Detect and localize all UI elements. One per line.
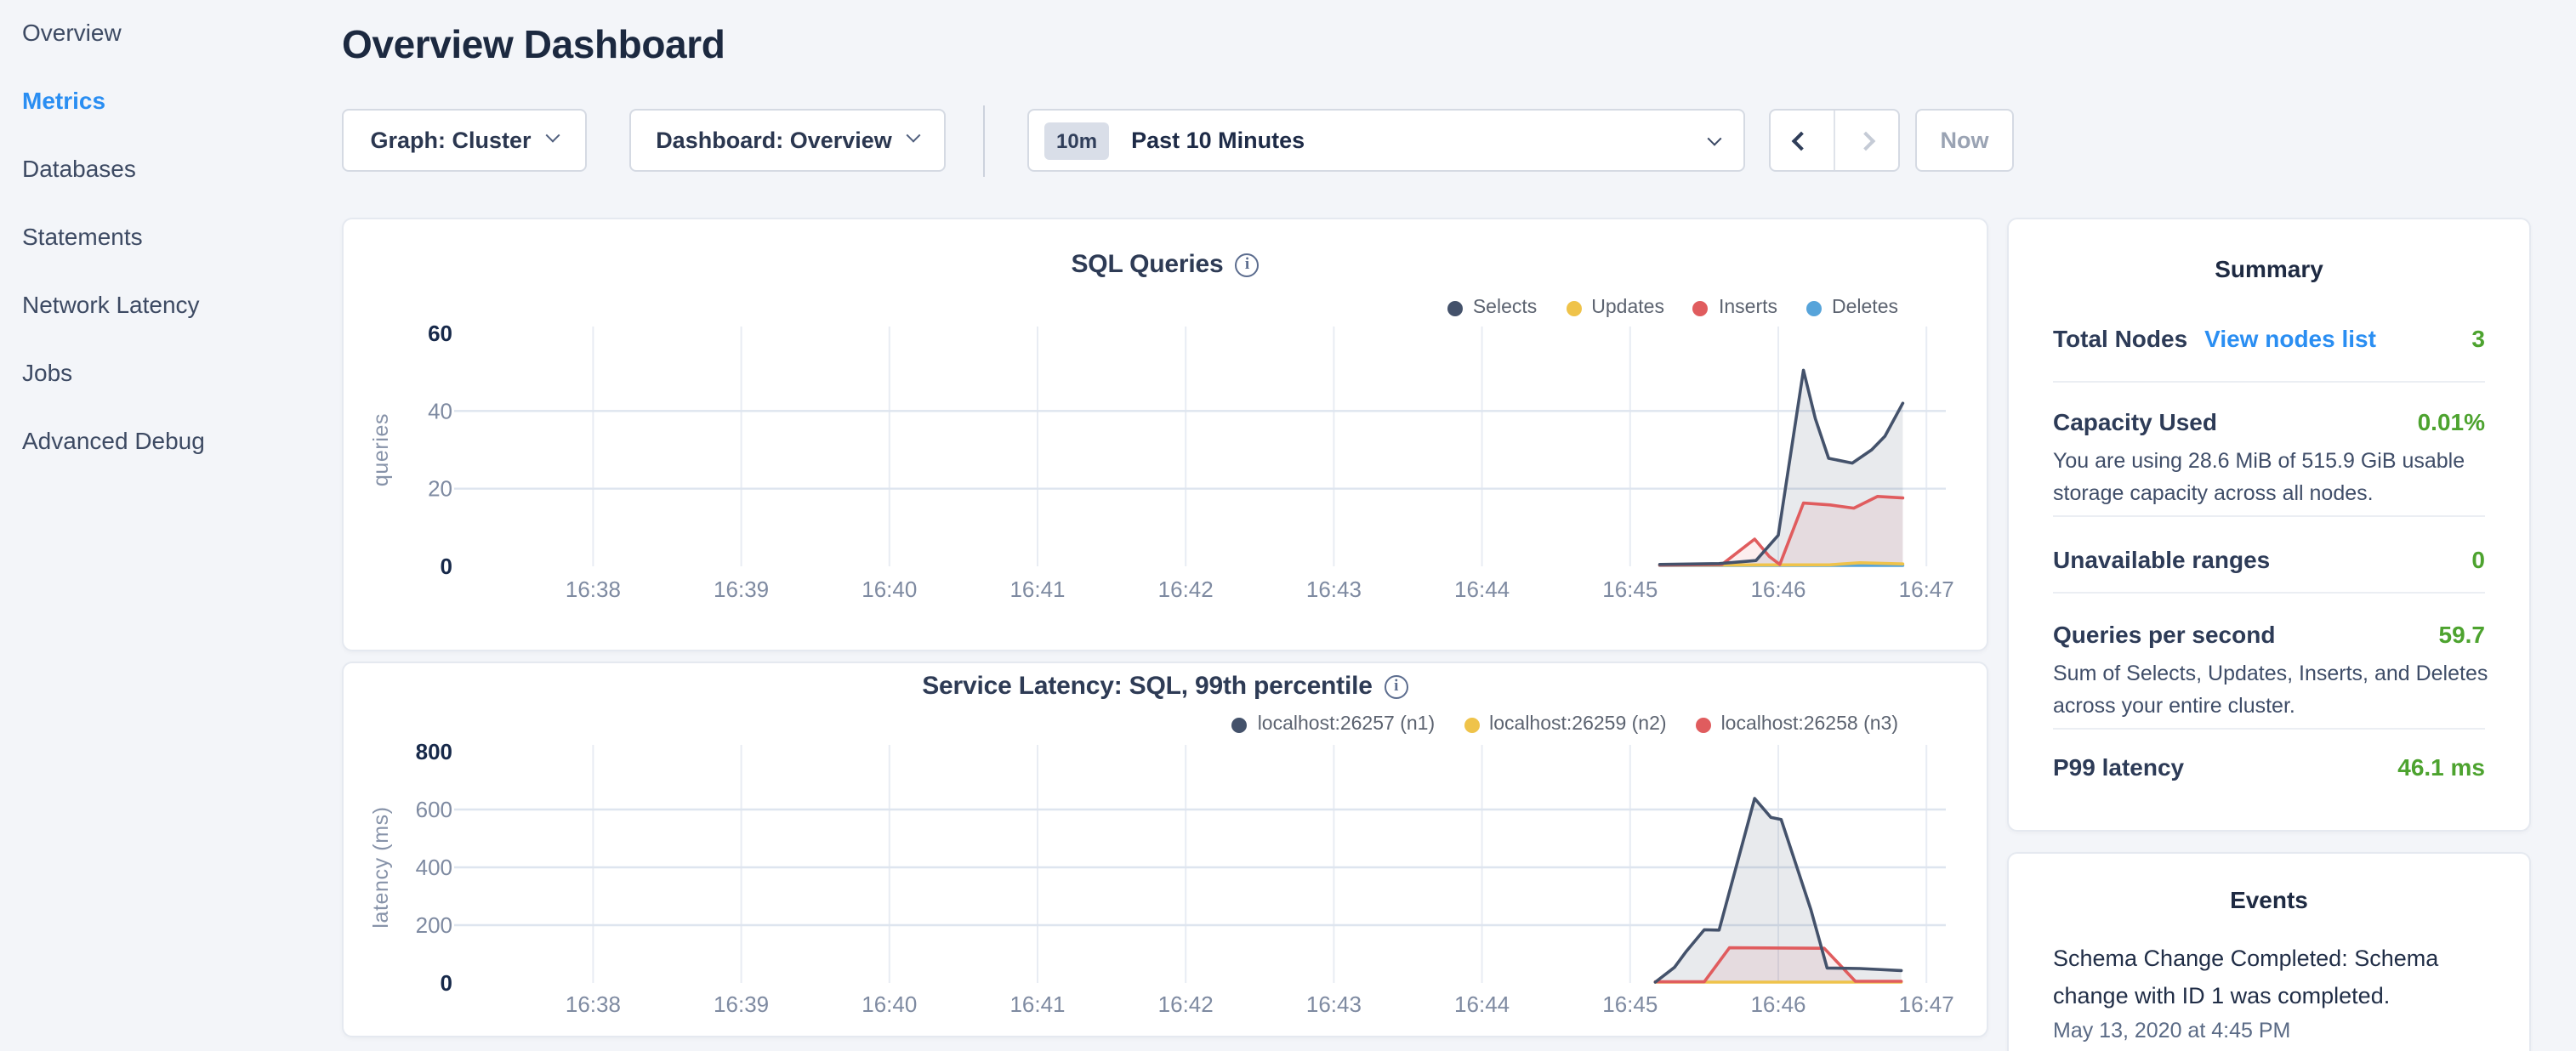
svg-text:0: 0	[441, 554, 452, 579]
events-panel: Events Schema Change Completed: Schema c…	[2007, 852, 2531, 1051]
svg-text:200: 200	[416, 912, 452, 938]
svg-text:16:45: 16:45	[1602, 577, 1658, 602]
svg-text:16:44: 16:44	[1454, 577, 1510, 602]
now-button-label: Now	[1941, 128, 1989, 153]
summary-row-capacity-label: Capacity Used	[2053, 408, 2217, 435]
chevron-left-icon	[1792, 131, 1811, 151]
sidebar-item-metrics[interactable]: Metrics	[22, 83, 105, 117]
svg-text:16:40: 16:40	[862, 991, 917, 1017]
events-title: Events	[2009, 886, 2529, 913]
dashboard-dropdown[interactable]: Dashboard: Overview	[629, 109, 946, 172]
event-item-text[interactable]: Schema Change Completed: Schema change w…	[2053, 940, 2492, 1014]
view-nodes-list-link[interactable]: View nodes list	[2204, 325, 2376, 352]
svg-text:16:39: 16:39	[714, 577, 769, 602]
sidebar-item-network-latency[interactable]: Network Latency	[22, 287, 200, 321]
svg-text:16:40: 16:40	[862, 577, 917, 602]
page-root: Overview Metrics Databases Statements Ne…	[0, 0, 2576, 1051]
sidebar-item-overview[interactable]: Overview	[22, 15, 122, 49]
svg-text:60: 60	[428, 321, 452, 346]
sidebar: Overview Metrics Databases Statements Ne…	[0, 0, 323, 1051]
chevron-right-icon	[1857, 131, 1876, 151]
summary-title: Summary	[2009, 255, 2529, 282]
chevron-down-icon	[1708, 131, 1722, 145]
step-back-button[interactable]	[1771, 111, 1834, 170]
divider	[2053, 592, 2485, 594]
svg-text:16:42: 16:42	[1158, 991, 1214, 1017]
service-latency-chart-card: Service Latency: SQL, 99th percentile i …	[342, 662, 1988, 1037]
service-latency-plot: 0 200 400 600 800 16:38 16:39 16:40 16:41 16:42 16…	[344, 663, 1990, 1039]
time-step-group	[1769, 109, 1900, 172]
summary-row-subtext: You are using 28.6 MiB of 515.9 GiB usab…	[2053, 446, 2488, 510]
svg-text:16:43: 16:43	[1306, 577, 1362, 602]
page-title: Overview Dashboard	[342, 22, 725, 68]
time-range-badge: 10m	[1044, 122, 1109, 159]
chevron-down-icon	[546, 128, 560, 143]
svg-text:queries: queries	[369, 413, 393, 486]
dashboard-label: Dashboard: Overview	[656, 128, 892, 153]
svg-text:16:39: 16:39	[714, 991, 769, 1017]
time-range-label: Past 10 Minutes	[1131, 128, 1709, 153]
graph-scope-label: Graph: Cluster	[370, 128, 531, 153]
toolbar-divider	[983, 105, 985, 177]
summary-row-label: Total Nodes	[2053, 325, 2187, 352]
svg-text:16:46: 16:46	[1750, 577, 1805, 602]
now-button[interactable]: Now	[1915, 109, 2014, 172]
svg-text:40: 40	[428, 398, 452, 423]
summary-row-value: 59.7	[2439, 621, 2486, 648]
summary-row-subtext: Sum of Selects, Updates, Inserts, and De…	[2053, 658, 2488, 723]
divider	[2053, 381, 2485, 383]
svg-text:16:41: 16:41	[1009, 991, 1065, 1017]
summary-row-p99-label: P99 latency	[2053, 753, 2184, 781]
divider	[2053, 515, 2485, 517]
summary-panel: Summary Total Nodes View nodes list 3 Cap…	[2007, 218, 2531, 832]
svg-text:0: 0	[441, 970, 452, 996]
summary-row-value: 0	[2471, 546, 2485, 573]
summary-row-value: 3	[2471, 325, 2485, 352]
summary-row-value: 0.01%	[2418, 408, 2485, 435]
summary-row-value: 46.1 ms	[2397, 753, 2485, 781]
svg-text:800: 800	[416, 739, 452, 764]
sidebar-item-jobs[interactable]: Jobs	[22, 355, 72, 389]
svg-text:16:46: 16:46	[1750, 991, 1805, 1017]
summary-row-total-nodes: Total Nodes View nodes list	[2053, 325, 2376, 352]
sql-queries-plot: 0 20 40 60 16:38 16:39 16:40 16:41 16:42 16:43 16:…	[344, 219, 1990, 653]
svg-text:16:41: 16:41	[1009, 577, 1065, 602]
time-range-select[interactable]: 10m Past 10 Minutes	[1027, 109, 1745, 172]
svg-text:16:44: 16:44	[1454, 991, 1510, 1017]
svg-text:latency (ms): latency (ms)	[369, 806, 393, 928]
sidebar-item-advanced-debug[interactable]: Advanced Debug	[22, 423, 205, 457]
svg-text:16:47: 16:47	[1899, 991, 1954, 1017]
svg-text:16:47: 16:47	[1899, 577, 1954, 602]
svg-text:20: 20	[428, 476, 452, 502]
svg-text:16:42: 16:42	[1158, 577, 1214, 602]
svg-text:16:38: 16:38	[566, 577, 621, 602]
chevron-down-icon	[907, 128, 921, 143]
svg-text:400: 400	[416, 855, 452, 880]
event-item-timestamp: May 13, 2020 at 4:45 PM	[2053, 1019, 2492, 1042]
sql-queries-chart-card: SQL Queries i SelectsUpdatesInsertsDelet…	[342, 218, 1988, 651]
svg-text:16:38: 16:38	[566, 991, 621, 1017]
summary-row-qps-label: Queries per second	[2053, 621, 2275, 648]
step-forward-button[interactable]	[1834, 111, 1898, 170]
graph-scope-dropdown[interactable]: Graph: Cluster	[342, 109, 587, 172]
svg-text:600: 600	[416, 797, 452, 822]
svg-text:16:45: 16:45	[1602, 991, 1658, 1017]
divider	[2053, 728, 2485, 730]
svg-text:16:43: 16:43	[1306, 991, 1362, 1017]
sidebar-item-databases[interactable]: Databases	[22, 151, 136, 185]
summary-row-unavailable-label: Unavailable ranges	[2053, 546, 2270, 573]
sidebar-item-statements[interactable]: Statements	[22, 219, 143, 253]
